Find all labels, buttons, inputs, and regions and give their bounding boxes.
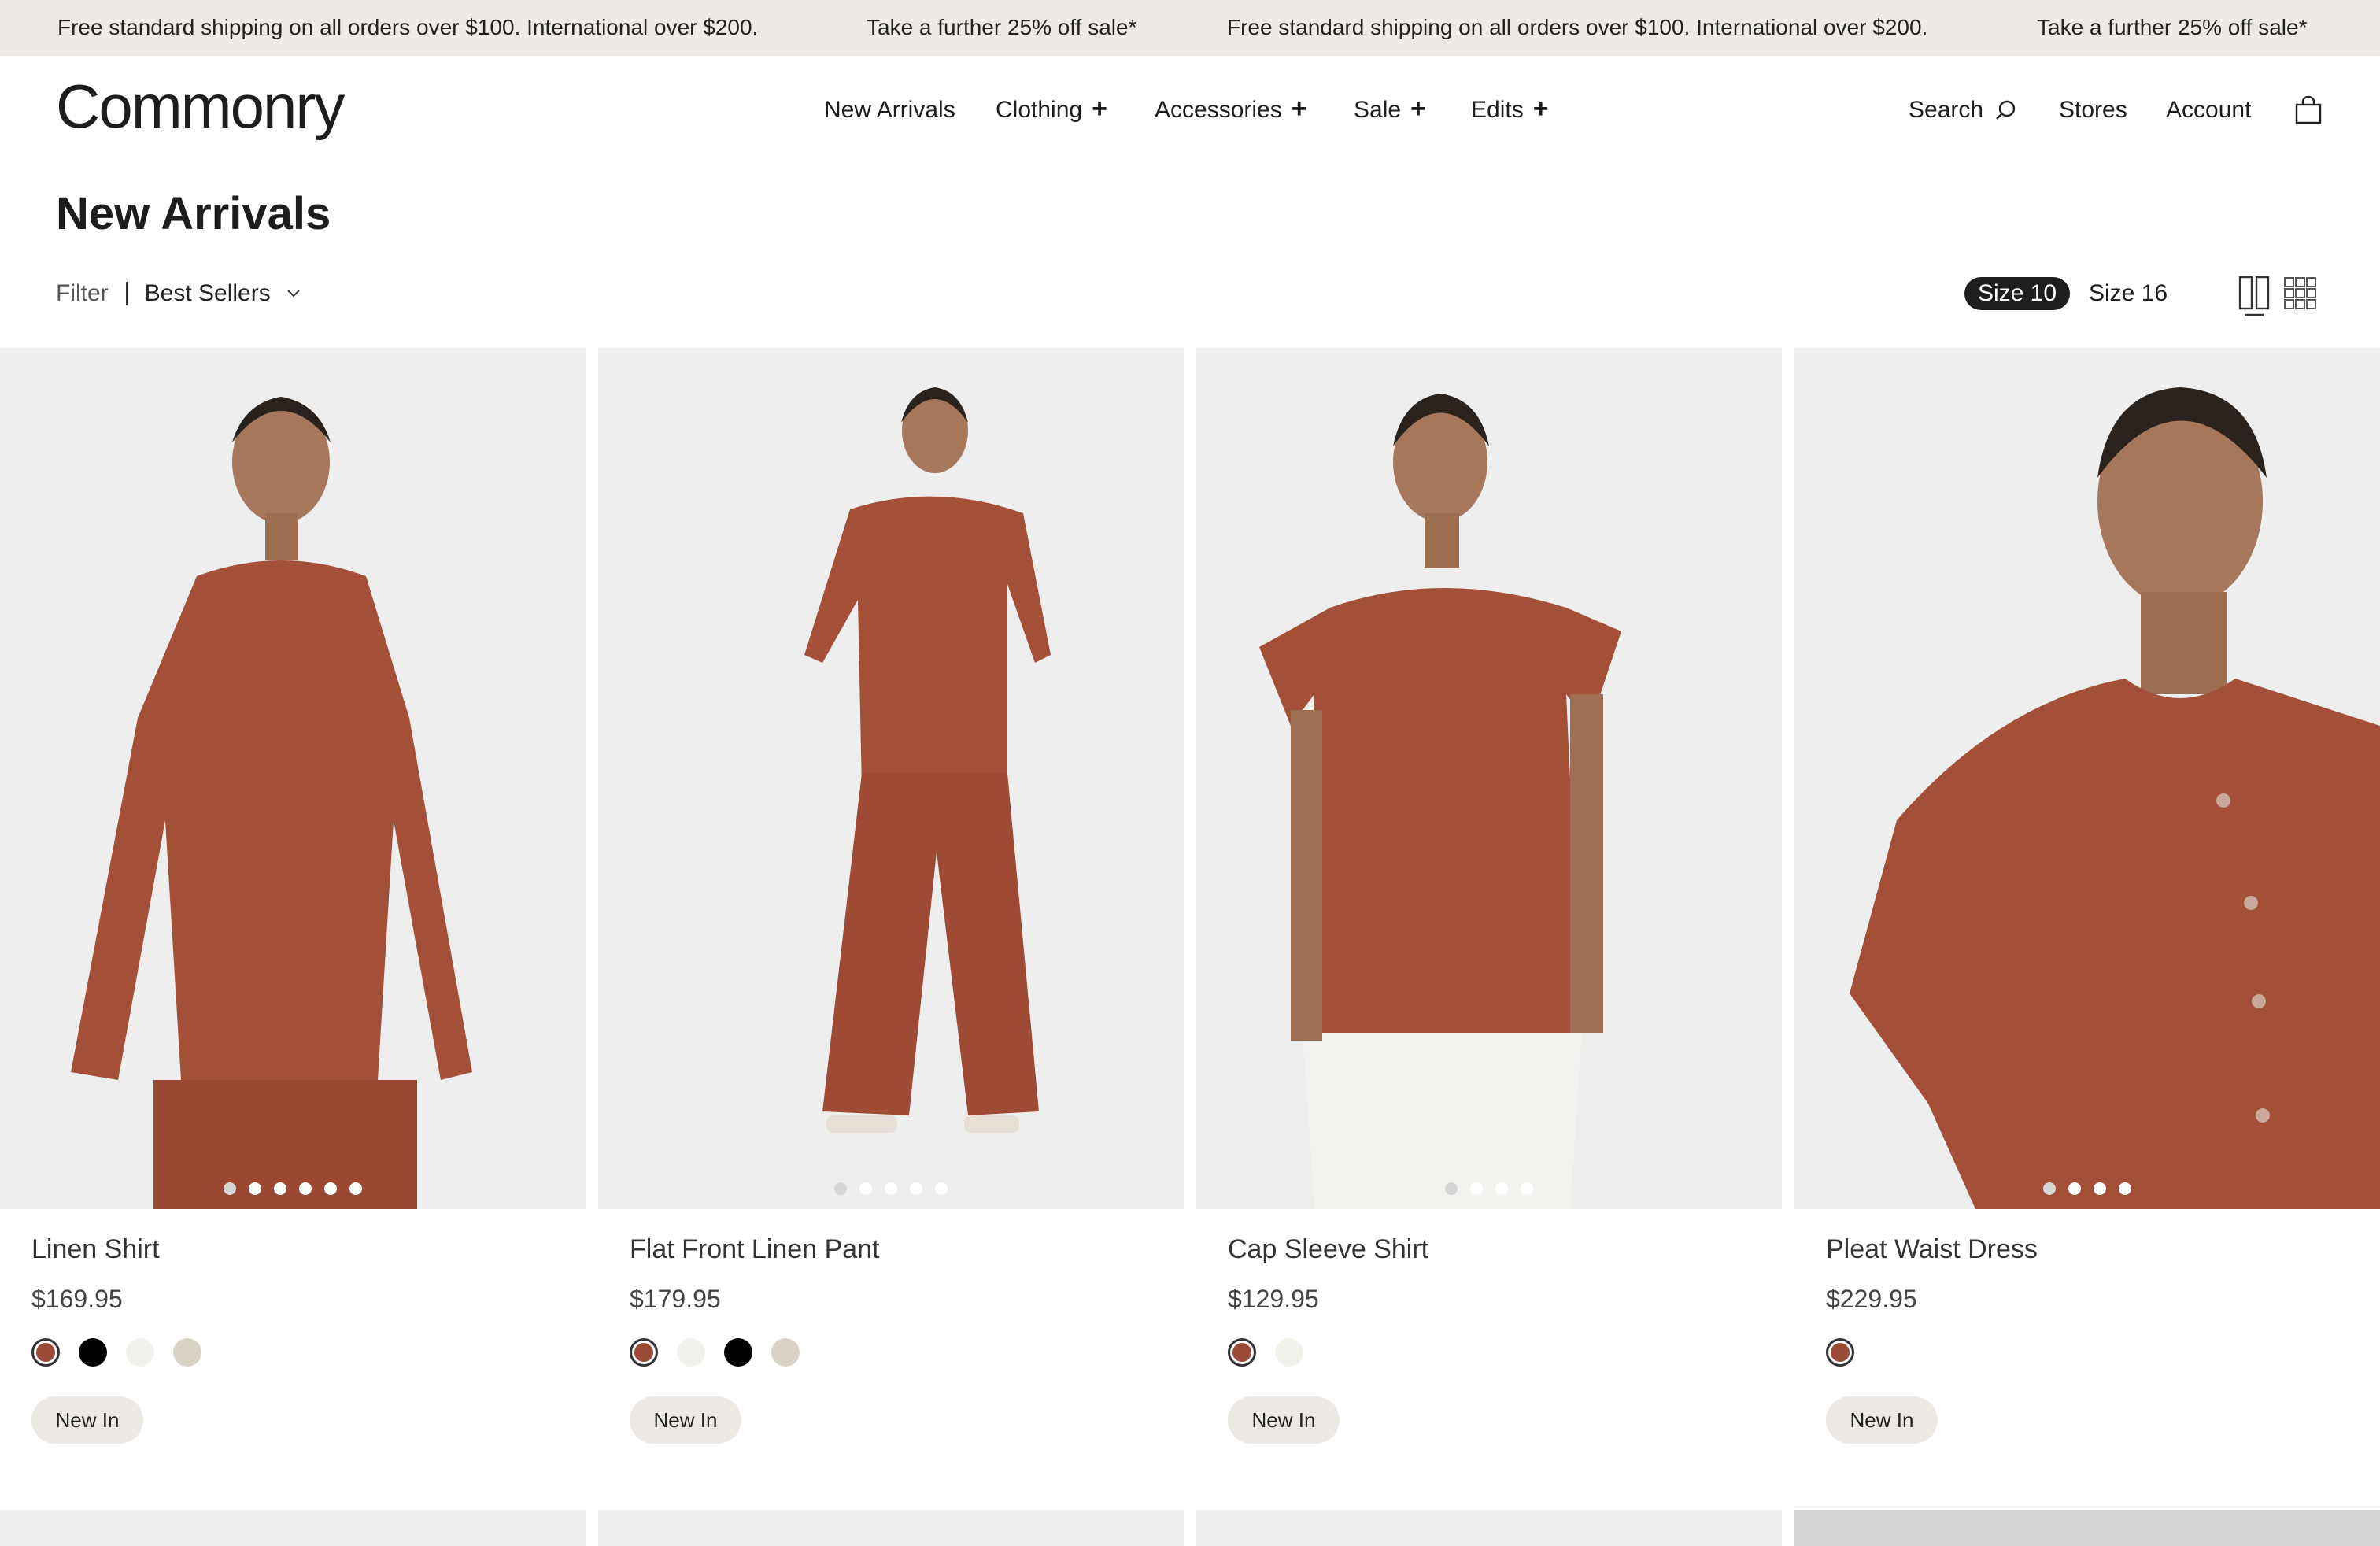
product-name[interactable]: Linen Shirt xyxy=(31,1234,160,1265)
carousel-dot[interactable] xyxy=(1445,1182,1458,1195)
carousel-dot[interactable] xyxy=(324,1182,337,1195)
sort-label: Best Sellers xyxy=(144,280,271,306)
color-swatch-rust[interactable] xyxy=(31,1338,60,1367)
carousel-dot[interactable] xyxy=(1495,1182,1508,1195)
carousel-dot[interactable] xyxy=(224,1182,236,1195)
product-price: $169.95 xyxy=(31,1285,123,1313)
carousel-dot[interactable] xyxy=(2094,1182,2106,1195)
color-swatches xyxy=(1826,1338,1854,1367)
carousel-dot[interactable] xyxy=(2119,1182,2131,1195)
product-card-next-row[interactable] xyxy=(1196,1510,1782,1546)
announcement-message: Free standard shipping on all orders ove… xyxy=(1227,15,1928,39)
color-swatch-beige[interactable] xyxy=(173,1338,201,1367)
carousel-dot[interactable] xyxy=(2043,1182,2056,1195)
product-name[interactable]: Cap Sleeve Shirt xyxy=(1228,1234,1428,1265)
plus-icon: + xyxy=(1532,94,1549,124)
model-figure xyxy=(1794,348,2380,1209)
color-swatch-black[interactable] xyxy=(79,1338,107,1367)
color-swatches xyxy=(31,1338,201,1367)
product-image[interactable] xyxy=(0,348,586,1209)
color-swatch-white[interactable] xyxy=(126,1338,154,1367)
size-16-toggle[interactable]: Size 16 xyxy=(2089,277,2168,310)
sort-dropdown[interactable]: Best Sellers xyxy=(145,280,301,307)
carousel-dot[interactable] xyxy=(834,1182,847,1195)
color-swatch-black[interactable] xyxy=(724,1338,752,1367)
carousel-dot[interactable] xyxy=(1521,1182,1533,1195)
announcement-bar: Free standard shipping on all orders ove… xyxy=(0,0,2380,56)
new-in-badge: New In xyxy=(1228,1396,1340,1444)
search-label: Search xyxy=(1909,97,1984,123)
product-image[interactable] xyxy=(1196,348,1782,1209)
model-figure xyxy=(598,348,1184,1209)
carousel-dot[interactable] xyxy=(274,1182,286,1195)
carousel-dot[interactable] xyxy=(1470,1182,1483,1195)
image-carousel-dots[interactable] xyxy=(598,1182,1184,1195)
search-icon xyxy=(1994,99,2016,121)
announcement-message: Free standard shipping on all orders ove… xyxy=(57,15,759,39)
filter-bar: Filter Best Sellers xyxy=(56,280,301,307)
nav-label: Edits xyxy=(1471,97,1524,123)
nav-label: Clothing xyxy=(996,97,1083,123)
nav-label: Sale xyxy=(1354,97,1402,123)
search-button[interactable]: Search xyxy=(1909,97,2016,124)
product-price: $229.95 xyxy=(1826,1285,1917,1313)
carousel-dot[interactable] xyxy=(2068,1182,2081,1195)
model-figure xyxy=(0,348,586,1209)
product-image[interactable] xyxy=(598,348,1184,1209)
color-swatch-rust[interactable] xyxy=(1228,1338,1256,1367)
divider xyxy=(125,282,128,305)
nav-label: Accessories xyxy=(1155,97,1282,123)
three-column-grid-icon[interactable] xyxy=(2284,277,2317,310)
announcement-message: Take a further 25% off sale* xyxy=(2037,15,2308,39)
product-name[interactable]: Flat Front Linen Pant xyxy=(630,1234,880,1265)
carousel-dot[interactable] xyxy=(859,1182,872,1195)
product-image[interactable] xyxy=(1794,348,2380,1209)
color-swatch-white[interactable] xyxy=(677,1338,705,1367)
page-title: New Arrivals xyxy=(56,188,331,239)
two-column-grid-icon[interactable] xyxy=(2238,276,2270,316)
image-carousel-dots[interactable] xyxy=(1794,1182,2380,1195)
color-swatch-white[interactable] xyxy=(1275,1338,1303,1367)
product-card-next-row[interactable] xyxy=(598,1510,1184,1546)
new-in-badge: New In xyxy=(31,1396,143,1444)
color-swatch-rust[interactable] xyxy=(1826,1338,1854,1367)
product-name[interactable]: Pleat Waist Dress xyxy=(1826,1234,2038,1265)
carousel-dot[interactable] xyxy=(249,1182,261,1195)
shopping-bag-icon[interactable] xyxy=(2295,96,2322,124)
chevron-down-icon xyxy=(286,289,301,298)
size-10-toggle[interactable]: Size 10 xyxy=(1964,277,2070,310)
nav-item-edits[interactable]: Edits + xyxy=(1471,94,1549,124)
product-price: $179.95 xyxy=(630,1285,721,1313)
carousel-dot[interactable] xyxy=(910,1182,922,1195)
carousel-dot[interactable] xyxy=(885,1182,897,1195)
color-swatch-beige[interactable] xyxy=(771,1338,800,1367)
site-logo[interactable]: Commonry xyxy=(56,76,345,137)
nav-item-clothing[interactable]: Clothing + xyxy=(996,94,1107,124)
color-swatch-rust[interactable] xyxy=(630,1338,658,1367)
nav-item-sale[interactable]: Sale + xyxy=(1354,94,1426,124)
account-link[interactable]: Account xyxy=(2166,97,2251,124)
new-in-badge: New In xyxy=(630,1396,741,1444)
nav-label: New Arrivals xyxy=(824,97,955,123)
product-card-next-row[interactable] xyxy=(0,1510,586,1546)
new-in-badge: New In xyxy=(1826,1396,1938,1444)
nav-item-accessories[interactable]: Accessories + xyxy=(1155,94,1307,124)
plus-icon: + xyxy=(1291,94,1307,124)
model-figure xyxy=(1196,348,1782,1209)
carousel-dot[interactable] xyxy=(349,1182,362,1195)
plus-icon: + xyxy=(1410,94,1426,124)
product-price: $129.95 xyxy=(1228,1285,1319,1313)
plus-icon: + xyxy=(1092,94,1107,124)
color-swatches xyxy=(630,1338,800,1367)
carousel-dot[interactable] xyxy=(935,1182,948,1195)
nav-item-new-arrivals[interactable]: New Arrivals xyxy=(824,97,955,124)
filter-button[interactable]: Filter xyxy=(56,280,109,307)
image-carousel-dots[interactable] xyxy=(1196,1182,1782,1195)
color-swatches xyxy=(1228,1338,1303,1367)
carousel-dot[interactable] xyxy=(299,1182,312,1195)
announcement-message: Take a further 25% off sale* xyxy=(867,15,1137,39)
image-carousel-dots[interactable] xyxy=(0,1182,586,1195)
product-card-next-row[interactable] xyxy=(1794,1510,2380,1546)
stores-link[interactable]: Stores xyxy=(2059,97,2127,124)
